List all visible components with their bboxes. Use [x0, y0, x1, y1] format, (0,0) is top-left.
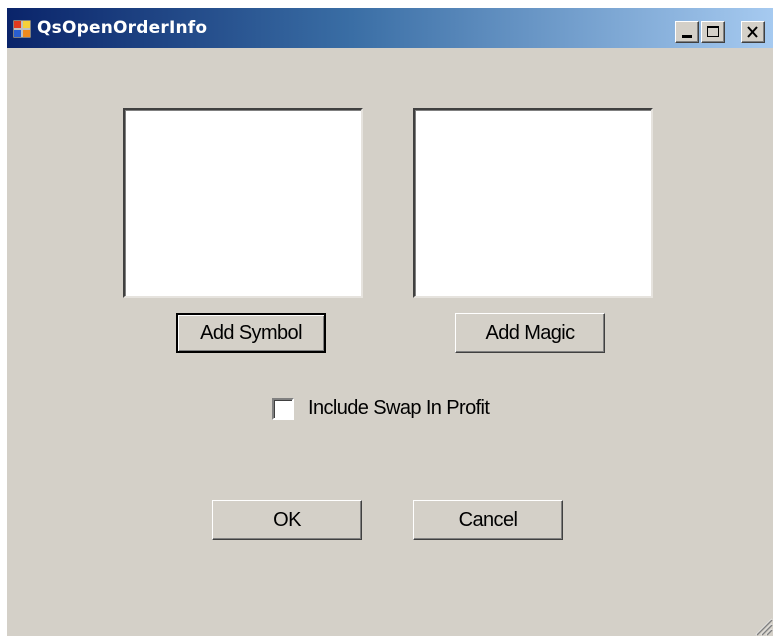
- minimize-button[interactable]: [675, 21, 699, 43]
- magic-listbox[interactable]: [413, 108, 653, 298]
- close-button[interactable]: [741, 21, 765, 43]
- maximize-icon: [707, 26, 719, 37]
- window-title: QsOpenOrderInfo: [37, 18, 208, 38]
- add-magic-button[interactable]: Add Magic: [455, 313, 605, 353]
- app-icon: [13, 20, 31, 38]
- title-bar[interactable]: QsOpenOrderInfo: [7, 8, 773, 48]
- maximize-button[interactable]: [701, 21, 725, 43]
- close-icon: [747, 26, 758, 38]
- cancel-button[interactable]: Cancel: [413, 500, 563, 540]
- include-swap-label: Include Swap In Profit: [308, 397, 490, 419]
- include-swap-checkbox[interactable]: [272, 398, 294, 420]
- minimize-icon: [682, 35, 692, 38]
- dialog-window: QsOpenOrderInfo Add Symbol Add Magic Inc…: [7, 8, 773, 636]
- symbol-listbox[interactable]: [123, 108, 363, 298]
- add-symbol-button[interactable]: Add Symbol: [176, 313, 326, 353]
- ok-button[interactable]: OK: [212, 500, 362, 540]
- resize-grip-icon[interactable]: [751, 614, 773, 636]
